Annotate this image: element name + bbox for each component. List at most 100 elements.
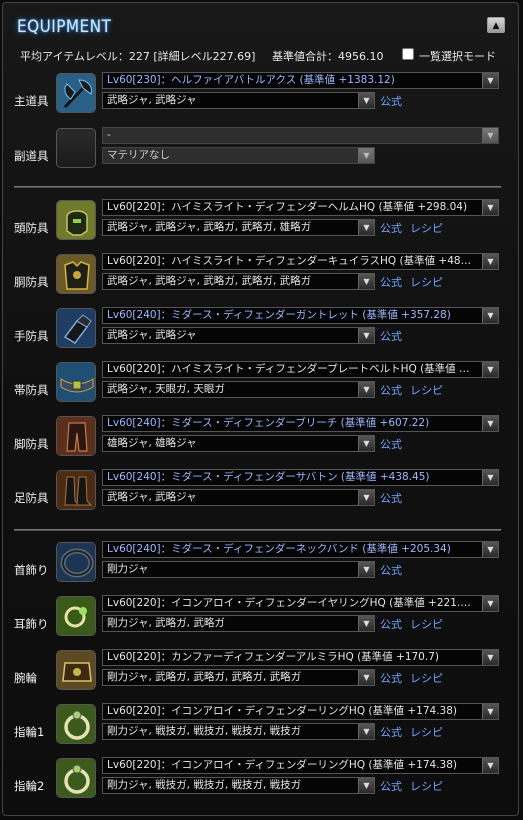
item-select[interactable]: - ▼: [102, 127, 499, 144]
official-link[interactable]: 公式: [380, 93, 402, 109]
official-link[interactable]: 公式: [380, 670, 402, 686]
chevron-down-icon[interactable]: ▼: [358, 220, 374, 235]
earring-icon[interactable]: [56, 596, 96, 636]
item-select-value: Lv60[240]：ミダース・ディフェンダーガントレット (基準値 +357.2…: [107, 309, 451, 321]
chevron-down-icon[interactable]: ▼: [482, 200, 498, 215]
official-link[interactable]: 公式: [380, 490, 402, 506]
recipe-link[interactable]: レシピ: [410, 382, 443, 398]
chevron-down-icon[interactable]: ▼: [358, 148, 374, 163]
ring-icon[interactable]: [56, 758, 96, 798]
chevron-down-icon[interactable]: ▼: [482, 542, 498, 557]
chevron-down-icon[interactable]: ▼: [358, 274, 374, 289]
chevron-down-icon[interactable]: ▼: [482, 254, 498, 269]
materia-select[interactable]: 武略ジャ, 武略ジャ ▼: [102, 489, 375, 506]
chevron-down-icon[interactable]: ▼: [358, 562, 374, 577]
slot-label: 頭防具: [14, 221, 49, 235]
official-link[interactable]: 公式: [380, 724, 402, 740]
panel-title: EQUIPMENT: [17, 17, 112, 37]
item-select[interactable]: Lv60[240]：ミダース・ディフェンダーブリーチ (基準値 +607.22)…: [102, 415, 499, 432]
materia-select-value: 雄略ジャ, 雄略ジャ: [107, 437, 197, 449]
chevron-down-icon[interactable]: ▼: [482, 128, 498, 143]
empty-slot-icon[interactable]: [56, 128, 96, 168]
recipe-link[interactable]: レシピ: [410, 778, 443, 794]
chevron-down-icon[interactable]: ▼: [358, 670, 374, 685]
chevron-down-icon[interactable]: ▼: [358, 382, 374, 397]
item-select[interactable]: Lv60[220]：ハイミスライト・ディフェンダーキュイラスHQ (基準値 +4…: [102, 253, 499, 270]
item-select[interactable]: Lv60[220]：ハイミスライト・ディフェンダーヘルムHQ (基準値 +298…: [102, 199, 499, 216]
belt-icon[interactable]: [56, 362, 96, 402]
ring-icon[interactable]: [56, 704, 96, 744]
recipe-link[interactable]: レシピ: [410, 616, 443, 632]
cuirass-icon[interactable]: [56, 254, 96, 294]
gauntlet-icon[interactable]: [56, 308, 96, 348]
materia-select[interactable]: 剛力ジャ, 武略ガ, 武略ガ ▼: [102, 615, 375, 632]
breeches-icon[interactable]: [56, 416, 96, 456]
bulk-select-label[interactable]: 一覧選択モード: [419, 48, 496, 64]
official-link[interactable]: 公式: [380, 328, 402, 344]
chevron-down-icon[interactable]: ▼: [358, 93, 374, 108]
item-select[interactable]: Lv60[220]：ハイミスライト・ディフェンダープレートベルトHQ (基準値 …: [102, 361, 499, 378]
materia-select[interactable]: マテリアなし ▼: [102, 147, 375, 164]
item-select[interactable]: Lv60[220]：イコンアロイ・ディフェンダーリングHQ (基準値 +174.…: [102, 757, 499, 774]
chevron-down-icon[interactable]: ▼: [358, 616, 374, 631]
official-link[interactable]: 公式: [380, 382, 402, 398]
chevron-down-icon[interactable]: ▼: [358, 490, 374, 505]
item-select[interactable]: Lv60[220]：イコンアロイ・ディフェンダーイヤリングHQ (基準値 +22…: [102, 595, 499, 612]
official-link[interactable]: 公式: [380, 562, 402, 578]
item-select[interactable]: Lv60[230]：ヘルファイアバトルアクス (基準値 +1383.12) ▼: [102, 72, 499, 89]
item-select-value: Lv60[220]：イコンアロイ・ディフェンダーリングHQ (基準値 +174.…: [107, 759, 457, 771]
official-link[interactable]: 公式: [380, 274, 402, 290]
recipe-link[interactable]: レシピ: [410, 220, 443, 236]
recipe-link[interactable]: レシピ: [410, 274, 443, 290]
slot-label: 足防具: [14, 491, 49, 505]
item-select-value: Lv60[220]：ハイミスライト・ディフェンダーキュイラスHQ (基準値 +4…: [107, 255, 477, 267]
battleaxe-icon[interactable]: [56, 73, 96, 113]
slot-label: 腕輪: [14, 671, 37, 685]
sabatons-icon[interactable]: [56, 470, 96, 510]
chevron-down-icon[interactable]: ▼: [482, 596, 498, 611]
materia-select-value: 剛力ジャ, 武略ガ, 武略ガ, 武略ガ, 武略ガ: [107, 671, 302, 683]
materia-select[interactable]: 雄略ジャ, 雄略ジャ ▼: [102, 435, 375, 452]
item-select[interactable]: Lv60[220]：イコンアロイ・ディフェンダーリングHQ (基準値 +174.…: [102, 703, 499, 720]
slot-label: 指輪2: [14, 779, 45, 793]
official-link[interactable]: 公式: [380, 436, 402, 452]
chevron-down-icon[interactable]: ▼: [482, 362, 498, 377]
chevron-down-icon[interactable]: ▼: [482, 308, 498, 323]
materia-select[interactable]: 武略ジャ, 天眼ガ, 天眼ガ ▼: [102, 381, 375, 398]
chevron-down-icon[interactable]: ▼: [482, 650, 498, 665]
materia-select[interactable]: 武略ジャ, 武略ジャ ▼: [102, 92, 375, 109]
chevron-down-icon[interactable]: ▼: [358, 778, 374, 793]
item-select[interactable]: Lv60[240]：ミダース・ディフェンダーガントレット (基準値 +357.2…: [102, 307, 499, 324]
chevron-down-icon[interactable]: ▼: [482, 704, 498, 719]
bulk-select-checkbox[interactable]: [402, 48, 414, 60]
materia-select-value: 武略ジャ, 武略ジャ: [107, 329, 197, 341]
materia-select[interactable]: 剛力ジャ, 戦技ガ, 戦技ガ, 戦技ガ, 戦技ガ ▼: [102, 723, 375, 740]
item-select[interactable]: Lv60[240]：ミダース・ディフェンダーサバトン (基準値 +438.45)…: [102, 469, 499, 486]
collapse-button[interactable]: ▲: [487, 17, 505, 33]
chevron-down-icon[interactable]: ▼: [358, 436, 374, 451]
chevron-down-icon[interactable]: ▼: [482, 470, 498, 485]
item-select[interactable]: Lv60[240]：ミダース・ディフェンダーネックバンド (基準値 +205.3…: [102, 541, 499, 558]
necklace-icon[interactable]: [56, 542, 96, 582]
materia-select[interactable]: 武略ジャ, 武略ジャ, 武略ガ, 武略ガ, 雄略ガ ▼: [102, 219, 375, 236]
official-link[interactable]: 公式: [380, 778, 402, 794]
official-link[interactable]: 公式: [380, 220, 402, 236]
materia-select[interactable]: 武略ジャ, 武略ジャ ▼: [102, 327, 375, 344]
materia-select-value: 剛力ジャ: [107, 563, 149, 575]
chevron-down-icon[interactable]: ▼: [482, 73, 498, 88]
materia-select[interactable]: 剛力ジャ, 戦技ガ, 戦技ガ, 戦技ガ, 戦技ガ ▼: [102, 777, 375, 794]
recipe-link[interactable]: レシピ: [410, 724, 443, 740]
helm-icon[interactable]: [56, 200, 96, 240]
item-select[interactable]: Lv60[220]：カンファーディフェンダーアルミラHQ (基準値 +170.7…: [102, 649, 499, 666]
armilla-icon[interactable]: [56, 650, 96, 690]
official-link[interactable]: 公式: [380, 616, 402, 632]
chevron-down-icon[interactable]: ▼: [358, 328, 374, 343]
chevron-down-icon[interactable]: ▼: [482, 758, 498, 773]
materia-select-value: 武略ジャ, 武略ジャ, 武略ガ, 武略ガ, 雄略ガ: [107, 221, 312, 233]
recipe-link[interactable]: レシピ: [410, 670, 443, 686]
materia-select[interactable]: 剛力ジャ, 武略ガ, 武略ガ, 武略ガ, 武略ガ ▼: [102, 669, 375, 686]
chevron-down-icon[interactable]: ▼: [482, 416, 498, 431]
materia-select[interactable]: 武略ジャ, 武略ジャ, 武略ガ, 武略ガ, 武略ガ ▼: [102, 273, 375, 290]
chevron-down-icon[interactable]: ▼: [358, 724, 374, 739]
materia-select[interactable]: 剛力ジャ ▼: [102, 561, 375, 578]
